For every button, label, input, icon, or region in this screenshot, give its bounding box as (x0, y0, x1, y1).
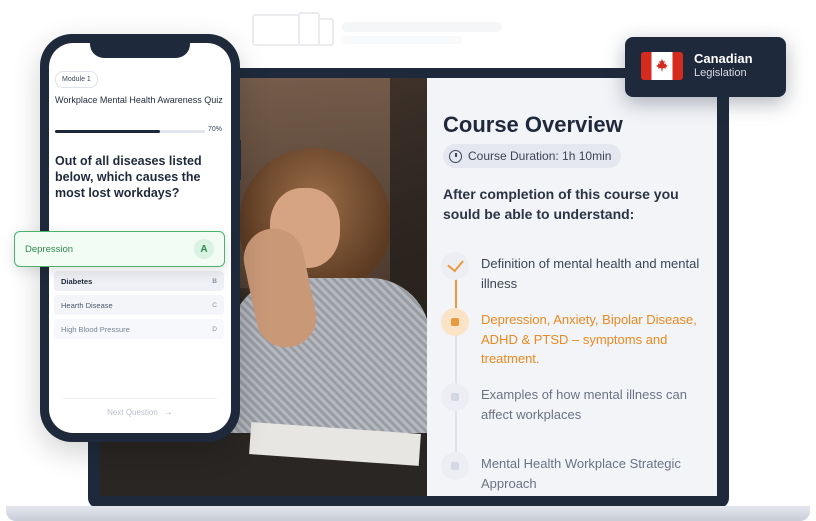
arrow-right-icon: → (162, 406, 173, 418)
answer-option-key: C (212, 301, 217, 309)
answer-option[interactable]: Hearth Disease C (54, 295, 224, 315)
answer-option-label: High Blood Pressure (61, 324, 130, 334)
answer-option[interactable]: High Blood Pressure D (54, 319, 224, 339)
laptop-base (6, 506, 810, 521)
answer-option-key: D (212, 325, 217, 333)
answer-option-label: Diabetes (61, 276, 93, 286)
badge-title: Canadian (694, 51, 753, 66)
badge-subtitle: Legislation (694, 67, 747, 79)
outline-item-text: Examples of how mental illness can affec… (481, 387, 687, 422)
next-question-button[interactable]: Next Question → (63, 398, 217, 425)
course-overview-title: Course Overview (443, 112, 623, 137)
timeline-line (455, 268, 457, 453)
clock-icon (449, 149, 462, 163)
quiz-title: Workplace Mental Health Awareness Quiz (55, 95, 223, 105)
selected-answer-card[interactable]: Depression A (14, 231, 225, 267)
answer-option-label: Hearth Disease (61, 300, 113, 310)
quiz-progress-bar (55, 130, 205, 133)
check-icon (447, 255, 464, 273)
quiz-progress-label: 70% (208, 126, 223, 133)
outline-item-text: Definition of mental health and mental i… (481, 256, 700, 291)
outline-item-text: Depression, Anxiety, Bipolar Disease, AD… (481, 312, 697, 366)
step-upcoming-marker (441, 452, 469, 480)
answer-option-key: B (212, 277, 217, 285)
selected-answer-key: A (194, 239, 214, 259)
phone-side-button (239, 140, 241, 180)
step-active-marker (441, 308, 469, 336)
course-overview-panel: Course Overview Course Duration: 1h 10mi… (427, 78, 717, 496)
step-upcoming-marker (441, 383, 469, 411)
maple-leaf-icon (656, 58, 668, 72)
module-pill: Module 1 (55, 71, 98, 88)
next-question-label: Next Question (107, 407, 158, 417)
outline-item-text: Mental Health Workplace Strategic Approa… (481, 456, 681, 491)
answer-option[interactable]: Diabetes B (54, 271, 224, 291)
devices-icon (252, 12, 512, 52)
quiz-question: Out of all diseases listed below, which … (55, 154, 202, 200)
legislation-badge: Canadian Legislation (625, 37, 786, 97)
course-duration-text: Course Duration: 1h 10min (468, 149, 612, 163)
selected-answer-label: Depression (25, 243, 74, 255)
course-duration-badge: Course Duration: 1h 10min (443, 144, 622, 168)
phone-notch (90, 40, 190, 58)
course-outcome-heading: After completion of this course you soul… (443, 186, 679, 222)
step-done-marker (441, 252, 469, 280)
canada-flag-icon (641, 52, 683, 80)
